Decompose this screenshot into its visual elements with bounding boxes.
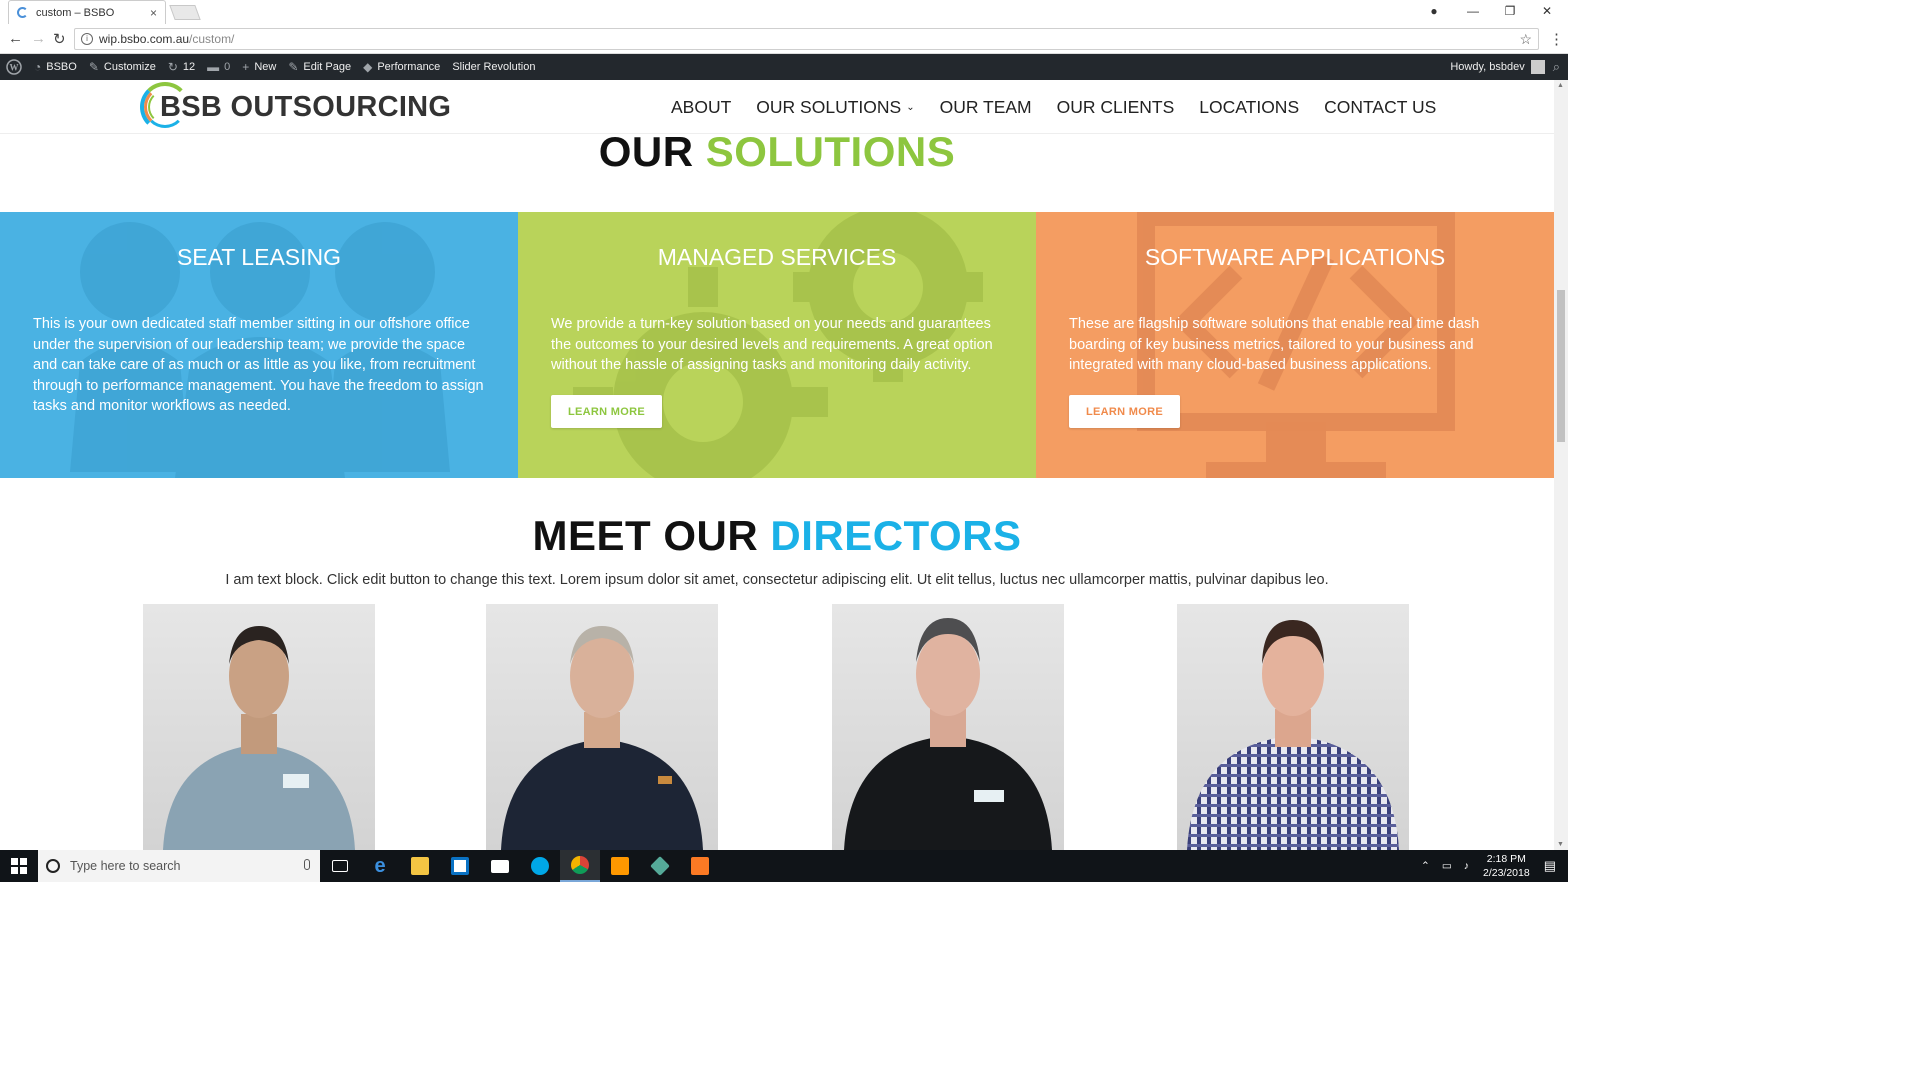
director-photo <box>832 604 1064 850</box>
action-center-icon[interactable]: ▤ <box>1544 858 1556 874</box>
card-managed-services: MANAGED SERVICES We provide a turn-key s… <box>518 212 1036 478</box>
windows-taskbar: Type here to search e ⌃ ▭ ♪ 2:18 PM 2/23… <box>0 850 1568 882</box>
nav-our-solutions[interactable]: OUR SOLUTIONS ⌄ <box>756 97 914 118</box>
card-text: This is your own dedicated staff member … <box>33 316 484 414</box>
store-icon[interactable] <box>440 850 480 882</box>
chrome-icon[interactable] <box>560 850 600 882</box>
scroll-down-icon[interactable]: ▼ <box>1557 841 1564 848</box>
card-title: SEAT LEASING <box>176 244 342 270</box>
scroll-up-icon[interactable]: ▲ <box>1557 82 1564 89</box>
url-bar[interactable]: i wip.bsbo.com.au/custom/ ☆ <box>74 28 1539 50</box>
minimize-icon[interactable]: — <box>1455 2 1491 20</box>
taskbar-search-input[interactable]: Type here to search <box>38 850 320 882</box>
director-photo <box>143 604 375 850</box>
site-header: BSB OUTSOURCING ABOUT OUR SOLUTIONS ⌄ OUR… <box>0 80 1554 134</box>
site-logo[interactable]: BSB OUTSOURCING <box>140 82 451 132</box>
logo-mark-icon <box>140 82 190 132</box>
browser-tab-strip: custom – BSBO × ● — ❐ ✕ <box>0 0 1568 24</box>
forward-icon[interactable]: → <box>31 30 46 47</box>
logo-text: BSB OUTSOURCING <box>160 90 452 123</box>
nav-about[interactable]: ABOUT <box>671 97 731 118</box>
site-info-icon[interactable]: i <box>81 33 93 45</box>
svg-text:W: W <box>10 63 19 73</box>
address-row: ← → ↻ i wip.bsbo.com.au/custom/ ☆ ⋮ <box>0 24 1568 54</box>
mail-icon[interactable] <box>480 850 520 882</box>
wp-updates-link[interactable]: ↻ 12 <box>162 54 201 80</box>
wp-new-link[interactable]: + New <box>236 54 282 80</box>
url-path: /custom/ <box>189 32 235 46</box>
volume-icon[interactable]: ♪ <box>1464 860 1469 872</box>
nav-our-team[interactable]: OUR TEAM <box>940 97 1032 118</box>
maximize-icon[interactable]: ❐ <box>1492 2 1528 20</box>
wp-comments-link[interactable]: ▬ 0 <box>201 54 236 80</box>
learn-more-button[interactable]: LEARN MORE <box>1069 395 1180 428</box>
loading-icon <box>17 7 28 18</box>
nav-our-clients[interactable]: OUR CLIENTS <box>1057 97 1175 118</box>
comment-icon: ▬ <box>207 60 220 74</box>
windows-start-icon[interactable] <box>0 850 38 882</box>
wordpress-logo-icon[interactable]: W <box>0 54 28 80</box>
git-icon[interactable] <box>640 850 680 882</box>
skype-icon[interactable] <box>520 850 560 882</box>
main-nav: ABOUT OUR SOLUTIONS ⌄ OUR TEAM OUR CLIENT… <box>671 97 1461 118</box>
close-window-icon[interactable]: ✕ <box>1529 2 1565 20</box>
plus-icon: + <box>242 60 250 74</box>
wp-slider-revolution-link[interactable]: Slider Revolution <box>446 54 541 80</box>
browser-menu-icon[interactable]: ⋮ <box>1549 30 1564 48</box>
sublime-text-icon[interactable] <box>600 850 640 882</box>
profile-icon[interactable]: ● <box>1416 2 1452 20</box>
card-title: SOFTWARE APPLICATIONS <box>1144 244 1446 270</box>
director-photo <box>486 604 718 850</box>
edge-browser-icon[interactable]: e <box>360 850 400 882</box>
card-title: MANAGED SERVICES <box>657 244 897 270</box>
back-icon[interactable]: ← <box>8 30 23 47</box>
xampp-icon[interactable] <box>680 850 720 882</box>
page-viewport: BSB OUTSOURCING ABOUT OUR SOLUTIONS ⌄ OUR… <box>0 80 1554 850</box>
solutions-cards: SEAT LEASING This is your own dedicated … <box>0 212 1554 478</box>
wp-howdy-user[interactable]: Howdy, bsbdev <box>1450 61 1524 73</box>
system-tray: ⌃ ▭ ♪ 2:18 PM 2/23/2018 ▤ <box>1415 850 1568 882</box>
card-software-applications: SOFTWARE APPLICATIONS These are flagship… <box>1036 212 1554 478</box>
learn-more-button[interactable]: LEARN MORE <box>551 395 662 428</box>
bookmark-star-icon[interactable]: ☆ <box>1519 31 1532 48</box>
pencil-icon: ✎ <box>288 60 299 74</box>
tab-title: custom – BSBO <box>36 6 115 19</box>
browser-tab[interactable]: custom – BSBO × <box>8 0 166 24</box>
network-icon[interactable]: ▭ <box>1442 860 1452 872</box>
card-text: We provide a turn-key solution based on … <box>551 316 993 373</box>
dashboard-icon: ◔ <box>34 60 42 74</box>
solutions-heading: OUR SOLUTIONS <box>598 128 956 175</box>
reload-icon[interactable]: ↻ <box>53 30 66 48</box>
microphone-icon[interactable] <box>304 859 310 870</box>
directors-heading: MEET OUR DIRECTORS <box>532 512 1022 559</box>
wp-edit-page-link[interactable]: ✎ Edit Page <box>282 54 357 80</box>
avatar[interactable] <box>1530 60 1545 74</box>
scrollbar-thumb[interactable] <box>1557 290 1565 442</box>
url-host: wip.bsbo.com.au <box>99 32 190 46</box>
chevron-down-icon: ⌄ <box>906 102 915 113</box>
taskbar-clock[interactable]: 2:18 PM 2/23/2018 <box>1483 852 1530 880</box>
directors-intro-text: I am text block. Click edit button to ch… <box>225 572 1329 588</box>
new-tab-button[interactable] <box>169 5 201 20</box>
performance-icon: ◆ <box>363 60 373 74</box>
wp-site-link[interactable]: ◔ BSBO <box>28 54 83 80</box>
wp-customize-link[interactable]: ✎ Customize <box>83 54 162 80</box>
card-text: These are flagship software solutions th… <box>1069 316 1480 373</box>
task-view-icon[interactable] <box>320 850 360 882</box>
brush-icon: ✎ <box>88 60 99 74</box>
page-scrollbar[interactable]: ▲ ▼ <box>1554 80 1568 850</box>
file-explorer-icon[interactable] <box>400 850 440 882</box>
cortana-icon <box>46 859 60 873</box>
card-seat-leasing: SEAT LEASING This is your own dedicated … <box>0 212 518 478</box>
updates-icon: ↻ <box>167 60 178 74</box>
nav-contact-us[interactable]: CONTACT US <box>1324 97 1436 118</box>
nav-locations[interactable]: LOCATIONS <box>1199 97 1299 118</box>
chevron-up-icon[interactable]: ⌃ <box>1421 860 1430 872</box>
wp-performance-link[interactable]: ◆ Performance <box>357 54 446 80</box>
tab-close-icon[interactable]: × <box>150 6 157 20</box>
search-icon[interactable]: ⌕ <box>1553 59 1560 75</box>
wp-admin-bar: W ◔ BSBO ✎ Customize ↻ 12 ▬ 0 + New ✎ Edit Pag… <box>0 54 1568 80</box>
director-photo <box>1177 604 1409 850</box>
